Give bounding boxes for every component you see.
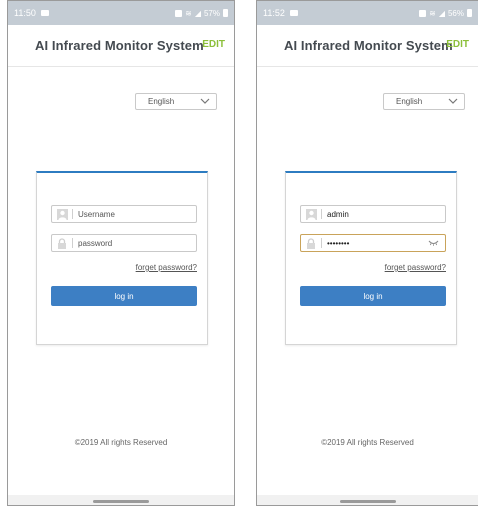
status-right: ≋ ◢ 56% — [419, 9, 472, 18]
forget-password-link[interactable]: forget password? — [300, 263, 446, 272]
signal-icon: ◢ — [438, 8, 445, 18]
user-icon — [54, 207, 70, 221]
status-time: 11:50 — [14, 8, 36, 18]
app-title: AI Infrared Monitor System — [284, 38, 453, 53]
username-value: admin — [327, 209, 349, 219]
login-card: admin •••••••• forget password? log in — [285, 171, 457, 345]
copyright-footer: ©2019 All rights Reserved — [74, 438, 168, 447]
eye-icon[interactable] — [428, 238, 439, 249]
language-selected: English — [148, 97, 175, 106]
notification-icon — [419, 9, 427, 17]
nav-bar — [8, 495, 234, 505]
app-bar: AI Infrared Monitor System EDIT — [8, 25, 234, 67]
edit-button[interactable]: EDIT — [202, 39, 225, 50]
app-title: AI Infrared Monitor System — [35, 38, 204, 53]
edit-button[interactable]: EDIT — [446, 39, 469, 50]
wifi-icon: ≋ — [185, 8, 192, 18]
phone-screen-2: 11:52 ≋ ◢ 56% AI Infrared Monitor System… — [256, 0, 478, 506]
user-icon — [303, 207, 319, 221]
password-field[interactable]: password — [51, 234, 197, 252]
status-bar: 11:52 ≋ ◢ 56% — [257, 1, 478, 25]
password-field[interactable]: •••••••• — [300, 234, 446, 252]
notification-icon — [175, 9, 183, 17]
home-handle[interactable] — [93, 500, 149, 503]
language-select[interactable]: English — [383, 93, 465, 110]
app-bar: AI Infrared Monitor System EDIT — [257, 25, 478, 67]
login-button[interactable]: log in — [51, 286, 197, 306]
status-right: ≋ ◢ 57% — [175, 9, 228, 18]
field-separator — [321, 238, 322, 248]
battery-icon — [467, 9, 472, 17]
lock-icon — [54, 236, 70, 250]
image-notification-icon — [40, 10, 49, 16]
login-card: Username password forget password? log i… — [36, 171, 208, 345]
status-bar: 11:50 ≋ ◢ 57% — [8, 1, 234, 25]
username-field[interactable]: Username — [51, 205, 197, 223]
phone-screen-1: 11:50 ≋ ◢ 57% AI Infrared Monitor System… — [7, 0, 235, 506]
wifi-icon: ≋ — [429, 8, 436, 18]
field-separator — [72, 238, 73, 248]
password-value: •••••••• — [327, 238, 350, 248]
forget-password-link[interactable]: forget password? — [51, 263, 197, 272]
username-field[interactable]: admin — [300, 205, 446, 223]
chevron-down-icon — [448, 98, 458, 107]
image-notification-icon — [289, 10, 298, 16]
password-placeholder: password — [78, 238, 113, 248]
nav-bar — [257, 495, 478, 505]
chevron-down-icon — [200, 98, 210, 107]
home-handle[interactable] — [339, 500, 396, 503]
copyright-footer: ©2019 All rights Reserved — [321, 438, 414, 447]
username-placeholder: Username — [78, 209, 115, 219]
battery-percent: 57% — [203, 8, 220, 18]
field-separator — [321, 209, 322, 219]
battery-percent: 56% — [447, 8, 464, 18]
signal-icon: ◢ — [194, 8, 201, 18]
field-separator — [72, 209, 73, 219]
lock-icon — [303, 236, 319, 250]
language-selected: English — [396, 97, 423, 106]
login-button[interactable]: log in — [300, 286, 446, 306]
battery-icon — [223, 9, 228, 17]
language-select[interactable]: English — [135, 93, 217, 110]
status-time: 11:52 — [263, 8, 285, 18]
